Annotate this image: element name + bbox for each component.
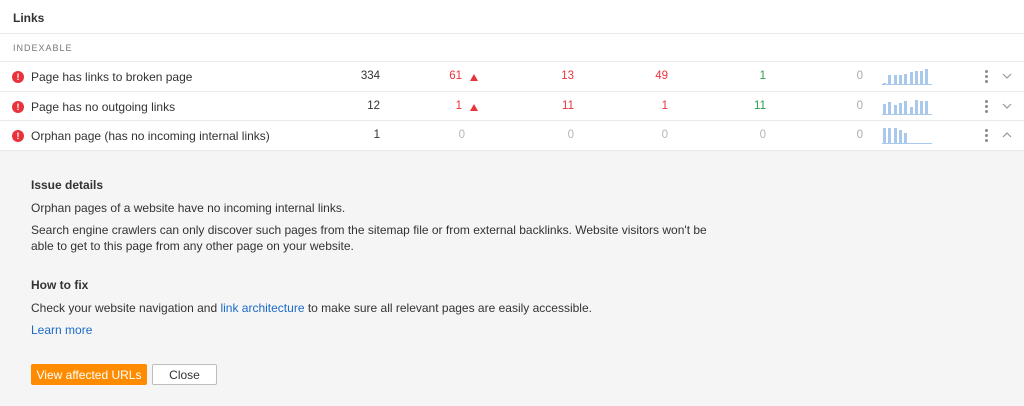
- total-count[interactable]: 1: [320, 129, 380, 141]
- col6-count: 0: [856, 129, 863, 141]
- col5-count[interactable]: 11: [706, 100, 766, 112]
- issue-name[interactable]: Page has no outgoing links: [31, 100, 175, 114]
- more-options-icon[interactable]: [983, 100, 989, 113]
- more-options-icon[interactable]: [983, 129, 989, 142]
- chevron-down-icon[interactable]: [1001, 71, 1013, 81]
- section-title: Links: [13, 11, 45, 25]
- chevron-up-icon[interactable]: [1001, 130, 1013, 140]
- error-icon: !: [12, 130, 24, 142]
- fix-text-after: to make sure all relevant pages are easi…: [304, 301, 592, 315]
- trend-up-icon: [470, 74, 478, 81]
- issue-name[interactable]: Orphan page (has no incoming internal li…: [31, 129, 270, 143]
- col6-count: 0: [856, 100, 863, 112]
- sparkline-bar: [888, 75, 892, 85]
- more-options-icon[interactable]: [983, 70, 989, 83]
- issue-row-broken-links[interactable]: ! Page has links to broken page 334 61 1…: [0, 62, 1024, 91]
- sparkline-bar: [904, 133, 908, 144]
- fix-text-before: Check your website navigation and: [31, 301, 221, 315]
- link-architecture-link[interactable]: link architecture: [220, 301, 304, 315]
- issue-row-no-outgoing-links[interactable]: ! Page has no outgoing links 12 1 11 1 1…: [0, 92, 1024, 121]
- col5-count: 0: [759, 129, 766, 141]
- sparkline-bar: [925, 101, 929, 115]
- new-count[interactable]: 1: [405, 100, 462, 112]
- col6-count: 0: [856, 70, 863, 82]
- sparkline-bar: [914, 71, 918, 85]
- sparkline-bar: [883, 104, 886, 115]
- group-label: INDEXABLE: [13, 43, 73, 53]
- col3-count: 0: [567, 129, 574, 141]
- close-button[interactable]: Close: [152, 364, 217, 385]
- trend-sparkline: [882, 68, 932, 85]
- sparkline-bar: [920, 101, 924, 115]
- learn-more-link[interactable]: Learn more: [31, 323, 92, 337]
- issue-row-orphan-page[interactable]: ! Orphan page (has no incoming internal …: [0, 121, 1024, 150]
- sparkline-bar: [909, 107, 913, 115]
- sparkline-bar: [893, 128, 897, 144]
- col5-count[interactable]: 1: [706, 70, 766, 82]
- col3-count[interactable]: 11: [514, 100, 574, 112]
- sparkline-bar: [888, 128, 892, 144]
- trend-sparkline: [882, 98, 932, 115]
- how-to-fix-heading: How to fix: [31, 278, 89, 292]
- chevron-down-icon[interactable]: [1001, 101, 1013, 111]
- sparkline-bar: [904, 74, 908, 85]
- issue-name[interactable]: Page has links to broken page: [31, 70, 192, 84]
- issue-details-panel: Issue details Orphan pages of a website …: [0, 151, 1024, 406]
- col4-count[interactable]: 49: [608, 70, 668, 82]
- sparkline-bar: [920, 71, 924, 85]
- col3-count[interactable]: 13: [514, 70, 574, 82]
- total-count[interactable]: 12: [320, 100, 380, 112]
- divider: [0, 33, 1024, 34]
- sparkline-bar: [893, 75, 897, 85]
- sparkline-bar: [925, 69, 929, 85]
- new-count[interactable]: 61: [405, 70, 462, 82]
- sparkline-bar: [888, 102, 892, 115]
- sparkline-bar: [898, 75, 902, 85]
- error-icon: !: [12, 101, 24, 113]
- sparkline-bar: [909, 72, 913, 85]
- trend-sparkline: [882, 127, 932, 144]
- sparkline-bar: [898, 130, 902, 144]
- new-count: 0: [458, 129, 465, 141]
- col4-count: 0: [661, 129, 668, 141]
- view-affected-urls-button[interactable]: View affected URLs: [31, 364, 147, 385]
- issue-explanation: Search engine crawlers can only discover…: [31, 223, 707, 253]
- sparkline-bar: [898, 103, 902, 115]
- trend-up-icon: [470, 104, 478, 111]
- col4-count[interactable]: 1: [608, 100, 668, 112]
- sparkline-bar: [883, 83, 886, 85]
- sparkline-bar: [893, 105, 897, 115]
- issue-description: Orphan pages of a website have no incomi…: [31, 201, 346, 215]
- how-to-fix-text: Check your website navigation and link a…: [31, 300, 731, 316]
- sparkline-bar: [904, 101, 908, 115]
- sparkline-bar: [914, 100, 918, 115]
- total-count[interactable]: 334: [320, 70, 380, 82]
- sparkline-bar: [883, 128, 886, 144]
- issue-details-heading: Issue details: [31, 178, 104, 192]
- error-icon: !: [12, 71, 24, 83]
